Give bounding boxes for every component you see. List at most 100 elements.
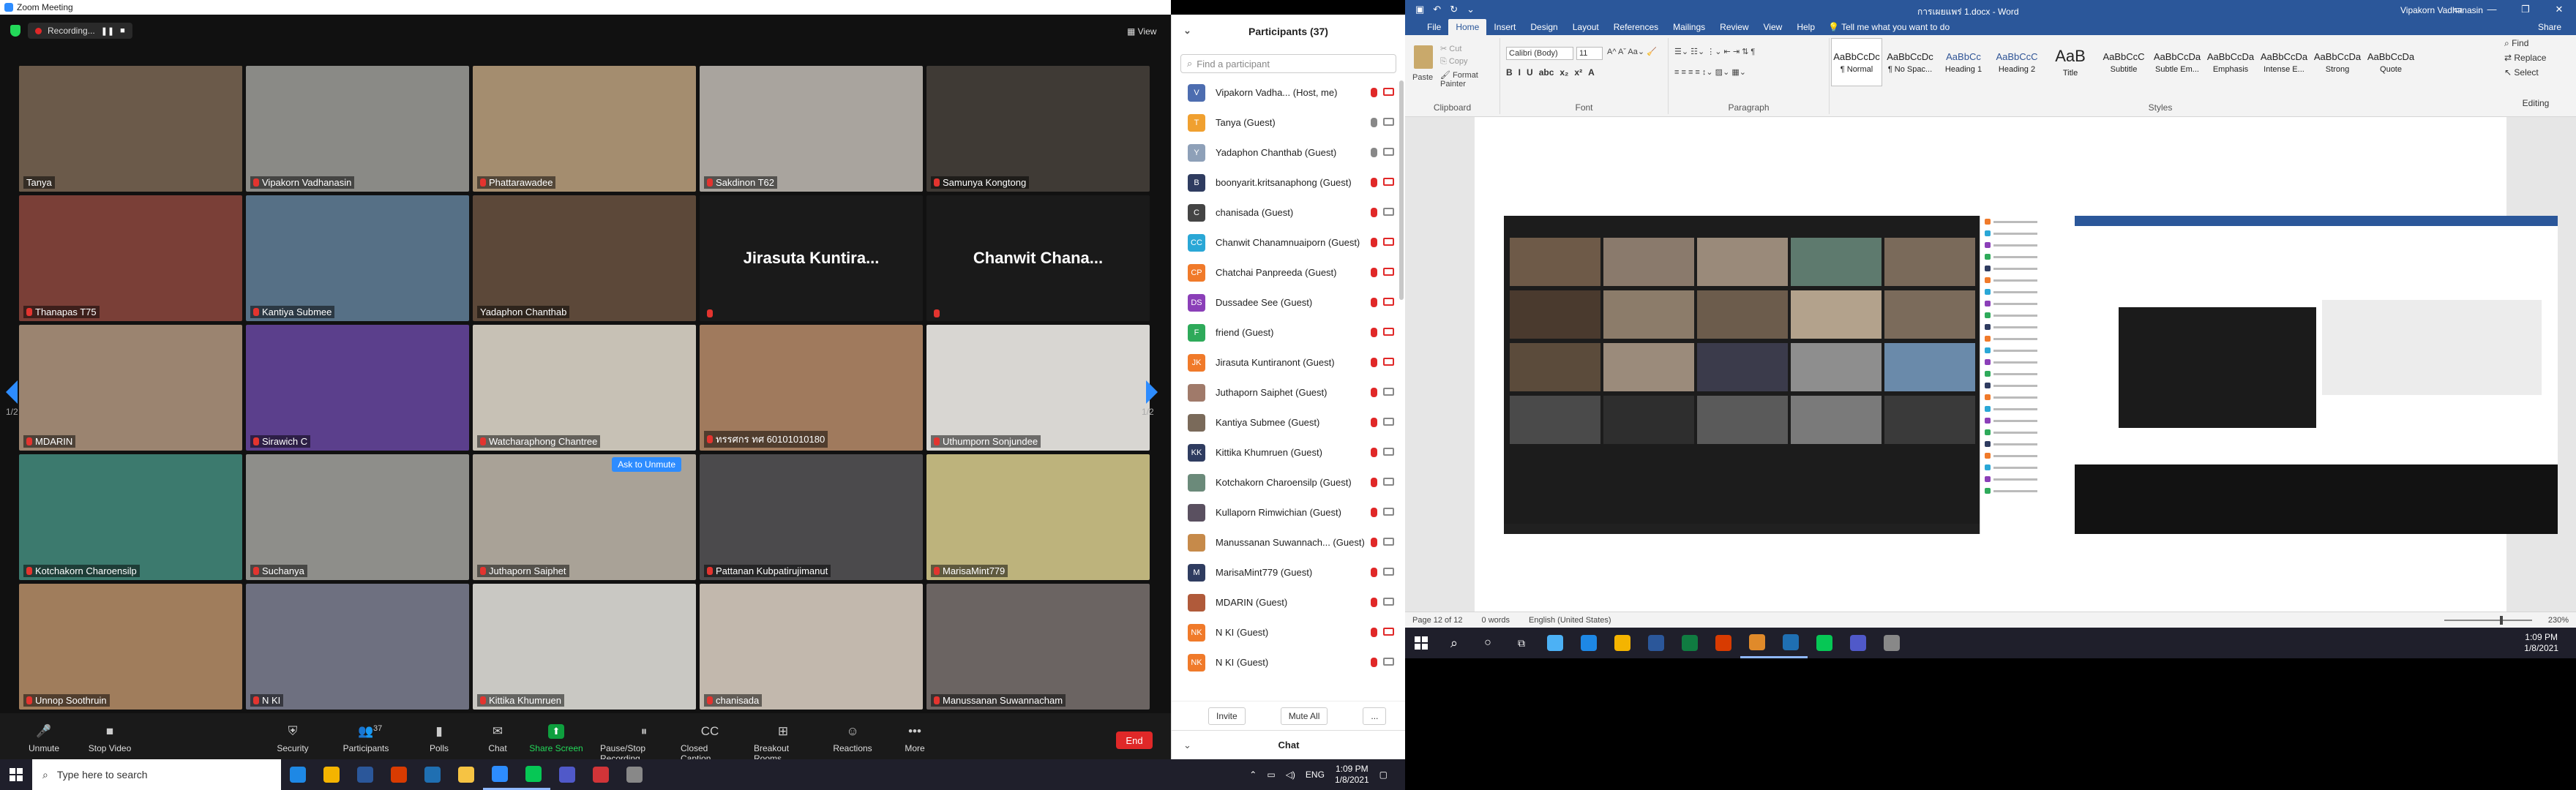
participant-row[interactable]: Juthaporn Saiphet (Guest) [1172, 377, 1406, 407]
alignment-buttons[interactable]: ≡ ≡ ≡ ≡ ↕⌄ ▨⌄ ▦⌄ [1674, 67, 1746, 77]
style-item[interactable]: AaBbCcDa Quote [2365, 38, 2416, 86]
security-button[interactable]: ⛨ Security [263, 724, 322, 753]
pause-recording-icon[interactable]: ❚❚ [101, 26, 114, 36]
closed-caption-button[interactable]: CC Closed Caption [681, 724, 739, 764]
replace-button[interactable]: ⇄ Replace [2496, 53, 2576, 67]
ask-to-unmute-button[interactable]: Ask to Unmute [612, 457, 681, 472]
search-icon[interactable]: ⌕ [1437, 628, 1471, 658]
notifications-icon[interactable]: ▢ [1379, 770, 1388, 780]
taskbar-app-icon[interactable] [1606, 628, 1639, 658]
chat-header[interactable]: ⌄ Chat [1172, 730, 1406, 759]
video-tile[interactable]: Unnop Soothruin [19, 584, 242, 710]
start-button-right[interactable] [1405, 628, 1437, 658]
participant-list-scrollbar[interactable] [1399, 80, 1404, 300]
participant-row[interactable]: DS Dussadee See (Guest) [1172, 287, 1406, 317]
video-tile[interactable]: Suchanya [246, 454, 469, 580]
font-size-select[interactable]: 11 [1576, 47, 1603, 60]
participant-row[interactable]: Y Yadaphon Chanthab (Guest) [1172, 138, 1406, 168]
language-indicator[interactable]: ENG [1306, 770, 1325, 780]
next-page-arrow-icon[interactable] [1146, 380, 1158, 404]
taskbar-app-icon[interactable] [1707, 628, 1740, 658]
clock-right[interactable]: 1:09 PM 1/8/2021 [2524, 632, 2558, 654]
taskbar-app-icon[interactable] [618, 759, 651, 790]
video-tile[interactable]: Jirasuta Kuntira... [700, 195, 923, 321]
participant-row[interactable]: Ffriend (Guest) [1172, 317, 1406, 347]
tab-references[interactable]: References [1606, 19, 1666, 35]
format-painter-button[interactable]: 🖌 Format Painter [1440, 70, 1499, 89]
tab-layout[interactable]: Layout [1565, 19, 1606, 35]
video-tile[interactable]: Juthaporn Saiphet Ask to Unmute [473, 454, 696, 580]
participant-row[interactable]: M MarisaMint779 (Guest) [1172, 557, 1406, 587]
video-tile[interactable]: chanisada [700, 584, 923, 710]
tab-file[interactable]: File [1420, 19, 1448, 35]
polls-button[interactable]: ▮ Polls [410, 724, 468, 753]
style-item[interactable]: AaBbCcDc ¶ No Spac... [1884, 38, 1936, 86]
share-button[interactable]: Share [2538, 22, 2561, 32]
stop-video-button[interactable]: ■ Stop Video [80, 724, 139, 753]
font-format-button[interactable]: abc [1539, 67, 1554, 78]
taskbar-app-icon[interactable] [1572, 628, 1606, 658]
network-icon[interactable]: ▭ [1267, 770, 1275, 780]
cortana-icon[interactable]: ○ [1471, 628, 1505, 658]
video-tile[interactable]: N KI [246, 584, 469, 710]
video-tile[interactable]: Manussanan Suwannacham [926, 584, 1150, 710]
style-item[interactable]: AaBbCcDc ¶ Normal [1831, 38, 1882, 86]
font-format-button[interactable]: x² [1574, 67, 1582, 78]
taskbar-app-icon[interactable] [1774, 628, 1808, 658]
participant-search-input[interactable]: ⌕ Find a participant [1180, 54, 1396, 73]
taskbar-app-icon[interactable] [1673, 628, 1707, 658]
pause-stop-recording-button[interactable]: ⏸ Pause/Stop Recording [600, 724, 688, 764]
participant-row[interactable]: Kotchakorn Charoensilp (Guest) [1172, 467, 1406, 497]
participant-row[interactable]: JK Jirasuta Kuntiranont (Guest) [1172, 347, 1406, 377]
tab-insert[interactable]: Insert [1486, 19, 1523, 35]
mute-all-button[interactable]: Mute All [1280, 707, 1328, 725]
font-format-button[interactable]: U [1527, 67, 1533, 78]
video-tile[interactable]: Chanwit Chana... [926, 195, 1150, 321]
chat-button[interactable]: ✉ Chat [468, 724, 527, 753]
video-tile[interactable]: Kittika Khumruen [473, 584, 696, 710]
stop-recording-icon[interactable]: ■ [120, 26, 125, 35]
participant-row[interactable]: Manussanan Suwannach... (Guest) [1172, 527, 1406, 557]
taskbar-app-icon[interactable] [584, 759, 618, 790]
tab-home[interactable]: Home [1448, 19, 1487, 35]
unmute-button[interactable]: 🎤 Unmute [15, 724, 73, 753]
end-meeting-button[interactable]: End [1116, 731, 1153, 749]
style-item[interactable]: AaBbCcC Heading 2 [1991, 38, 2043, 86]
taskbar-app-icon[interactable] [1538, 628, 1572, 658]
font-name-select[interactable]: Calibri (Body) [1506, 47, 1573, 60]
participant-row[interactable]: CC Chanwit Chanamnuaiporn (Guest) [1172, 227, 1406, 257]
video-tile[interactable]: Kotchakorn Charoensilp [19, 454, 242, 580]
tab-mailings[interactable]: Mailings [1666, 19, 1712, 35]
taskbar-app-icon[interactable] [348, 759, 382, 790]
clock[interactable]: 1:09 PM 1/8/2021 [1335, 764, 1369, 786]
participant-row[interactable]: NK N KI (Guest) [1172, 617, 1406, 647]
zoom-slider-thumb[interactable] [2500, 616, 2503, 625]
style-item[interactable]: AaBbCcDa Subtle Em... [2152, 38, 2203, 86]
font-format-button[interactable]: B [1506, 67, 1513, 78]
video-tile[interactable]: Uthumporn Sonjundee [926, 325, 1150, 451]
close-icon[interactable]: ✕ [2542, 0, 2576, 19]
participant-row[interactable]: NK N KI (Guest) [1172, 647, 1406, 677]
taskbar-app-icon[interactable] [1841, 628, 1875, 658]
participant-row[interactable]: CP Chatchai Panpreeda (Guest) [1172, 257, 1406, 287]
undo-icon[interactable]: ↶ [1433, 4, 1441, 15]
taskbar-app-icon[interactable] [281, 759, 315, 790]
paste-button[interactable]: Paste [1412, 73, 1433, 82]
paste-icon[interactable] [1414, 45, 1433, 69]
video-tile[interactable]: Thanapas T75 [19, 195, 242, 321]
participant-row[interactable]: KK Kittika Khumruen (Guest) [1172, 437, 1406, 467]
invite-button[interactable]: Invite [1208, 707, 1246, 725]
font-format-button[interactable]: I [1519, 67, 1521, 78]
zoom-slider[interactable] [2444, 620, 2532, 621]
volume-icon[interactable]: ◁) [1286, 770, 1295, 780]
embedded-screenshot-image[interactable] [1504, 216, 2558, 534]
video-tile[interactable]: ทรรศกร ทศ 60101010180 [700, 325, 923, 451]
style-item[interactable]: AaBbCcDa Intense E... [2258, 38, 2310, 86]
participant-row[interactable]: Kantiya Submee (Guest) [1172, 407, 1406, 437]
participant-row[interactable]: T Tanya (Guest) [1172, 108, 1406, 138]
video-tile[interactable]: Pattanan Kubpatirujimanut [700, 454, 923, 580]
video-tile[interactable]: Yadaphon Chanthab [473, 195, 696, 321]
prev-page-arrow-icon[interactable] [6, 380, 18, 404]
view-button[interactable]: ▦ View [1127, 26, 1156, 37]
taskbar-app-icon[interactable] [550, 759, 584, 790]
